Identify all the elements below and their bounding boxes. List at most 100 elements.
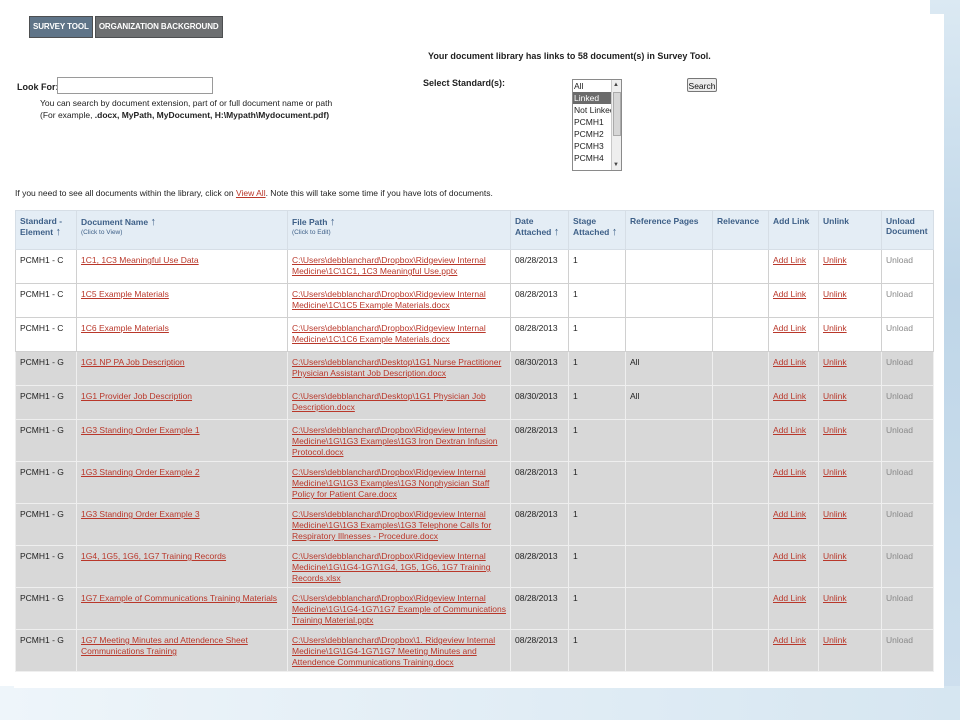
file-path-link[interactable]: C:\Users\debblanchard\Dropbox\Ridgeview … (292, 551, 490, 583)
table-cell: C:\Users\debblanchard\Dropbox\Ridgeview … (287, 587, 511, 630)
unlink-link[interactable]: Unlink (823, 289, 847, 299)
file-path-link[interactable]: C:\Users\debblanchard\Dropbox\Ridgeview … (292, 593, 506, 625)
add-link[interactable]: Add Link (773, 467, 806, 477)
tab-survey-tool[interactable]: SURVEY TOOL (29, 16, 93, 38)
add-link[interactable]: Add Link (773, 289, 806, 299)
document-name-link[interactable]: 1G3 Standing Order Example 1 (81, 425, 200, 435)
sort-arrow-up-icon[interactable]: ↑ (612, 226, 618, 238)
unlink-link[interactable]: Unlink (823, 467, 847, 477)
add-link[interactable]: Add Link (773, 551, 806, 561)
unlink-link[interactable]: Unlink (823, 357, 847, 367)
document-name-link[interactable]: 1G7 Meeting Minutes and Attendence Sheet… (81, 635, 248, 656)
cell-stage-attached: 1 (573, 323, 578, 333)
document-name-link[interactable]: 1G1 Provider Job Description (81, 391, 192, 401)
unload-button[interactable]: Unload (886, 467, 913, 477)
col-date-attached[interactable]: Date Attached ↑ (510, 210, 569, 250)
unload-button[interactable]: Unload (886, 391, 913, 401)
add-link[interactable]: Add Link (773, 509, 806, 519)
file-path-link[interactable]: C:\Users\debblanchard\Dropbox\Ridgeview … (292, 323, 486, 344)
table-cell: Unload (881, 249, 934, 284)
unload-button[interactable]: Unload (886, 425, 913, 435)
table-cell: 1 (568, 385, 626, 420)
standards-listbox[interactable]: All Linked Not Linked PCMH1 PCMH2 PCMH3 … (572, 79, 622, 171)
sort-arrow-up-icon[interactable]: ↑ (554, 226, 560, 238)
sort-arrow-up-icon[interactable]: ↑ (330, 216, 336, 228)
file-path-link[interactable]: C:\Users\debblanchard\Dropbox\Ridgeview … (292, 289, 486, 310)
unlink-link[interactable]: Unlink (823, 323, 847, 333)
look-for-input[interactable] (57, 77, 213, 94)
unload-button[interactable]: Unload (886, 255, 913, 265)
sort-arrow-up-icon[interactable]: ↑ (150, 216, 156, 228)
table-cell: C:\Users\debblanchard\Desktop\1G1 Physic… (287, 385, 511, 420)
cell-standard-element: PCMH1 - G (20, 635, 64, 645)
document-name-link[interactable]: 1C5 Example Materials (81, 289, 169, 299)
file-path-link[interactable]: C:\Users\debblanchard\Dropbox\Ridgeview … (292, 255, 486, 276)
col-stage-label: Stage Attached (573, 216, 610, 237)
add-link[interactable]: Add Link (773, 255, 806, 265)
unlink-link[interactable]: Unlink (823, 593, 847, 603)
document-name-link[interactable]: 1G3 Standing Order Example 3 (81, 509, 200, 519)
view-all-link[interactable]: View All (236, 188, 266, 198)
unload-button[interactable]: Unload (886, 593, 913, 603)
file-path-link[interactable]: C:\Users\debblanchard\Dropbox\1. Ridgevi… (292, 635, 495, 667)
add-link[interactable]: Add Link (773, 323, 806, 333)
document-name-link[interactable]: 1G7 Example of Communications Training M… (81, 593, 277, 603)
add-link[interactable]: Add Link (773, 635, 806, 645)
unload-button[interactable]: Unload (886, 509, 913, 519)
document-name-link[interactable]: 1C1, 1C3 Meaningful Use Data (81, 255, 199, 265)
cell-standard-element: PCMH1 - G (20, 593, 64, 603)
sort-arrow-up-icon[interactable]: ↑ (55, 226, 61, 238)
table-cell: Add Link (768, 461, 819, 504)
unlink-link[interactable]: Unlink (823, 255, 847, 265)
table-cell (712, 503, 769, 546)
table-cell: 08/28/2013 (510, 503, 569, 546)
table-cell: 08/28/2013 (510, 461, 569, 504)
file-path-link[interactable]: C:\Users\debblanchard\Desktop\1G1 Nurse … (292, 357, 501, 378)
file-path-link[interactable]: C:\Users\debblanchard\Desktop\1G1 Physic… (292, 391, 486, 412)
add-link[interactable]: Add Link (773, 425, 806, 435)
col-file-path[interactable]: File Path ↑ (Click to Edit) (287, 210, 511, 250)
unload-button[interactable]: Unload (886, 551, 913, 561)
unlink-link[interactable]: Unlink (823, 551, 847, 561)
col-document-name[interactable]: Document Name ↑ (Click to View) (76, 210, 288, 250)
unload-button[interactable]: Unload (886, 289, 913, 299)
file-path-link[interactable]: C:\Users\debblanchard\Dropbox\Ridgeview … (292, 467, 489, 499)
document-name-link[interactable]: 1G1 NP PA Job Description (81, 357, 185, 367)
table-cell: 1C5 Example Materials (76, 283, 288, 318)
documents-table: Standard - Element ↑ Document Name ↑ (Cli… (15, 210, 934, 672)
table-cell: 1 (568, 283, 626, 318)
document-name-link[interactable]: 1C6 Example Materials (81, 323, 169, 333)
listbox-scrollbar[interactable]: ▲ ▼ (611, 80, 621, 170)
unload-button[interactable]: Unload (886, 323, 913, 333)
col-stage-attached[interactable]: Stage Attached ↑ (568, 210, 626, 250)
table-cell: C:\Users\debblanchard\Dropbox\Ridgeview … (287, 419, 511, 462)
file-path-link[interactable]: C:\Users\debblanchard\Dropbox\Ridgeview … (292, 509, 491, 541)
tab-organization-background[interactable]: ORGANIZATION BACKGROUND (94, 16, 223, 38)
scroll-thumb[interactable] (613, 92, 621, 136)
table-cell: Unlink (818, 629, 882, 672)
background-gradient-bottom (0, 686, 960, 720)
document-name-link[interactable]: 1G3 Standing Order Example 2 (81, 467, 200, 477)
cell-date-attached: 08/28/2013 (515, 425, 558, 435)
add-link[interactable]: Add Link (773, 391, 806, 401)
unlink-link[interactable]: Unlink (823, 635, 847, 645)
search-button[interactable]: Search (687, 78, 717, 92)
scroll-down-arrow-icon[interactable]: ▼ (613, 162, 619, 168)
table-row: PCMH1 - G 1G3 Standing Order Example 2 C:\… (15, 461, 934, 504)
unlink-link[interactable]: Unlink (823, 391, 847, 401)
unload-button[interactable]: Unload (886, 635, 913, 645)
add-link[interactable]: Add Link (773, 357, 806, 367)
unlink-link[interactable]: Unlink (823, 425, 847, 435)
table-cell: 1 (568, 419, 626, 462)
scroll-up-arrow-icon[interactable]: ▲ (613, 82, 619, 88)
add-link[interactable]: Add Link (773, 593, 806, 603)
document-name-link[interactable]: 1G4, 1G5, 1G6, 1G7 Training Records (81, 551, 226, 561)
col-standard-element[interactable]: Standard - Element ↑ (15, 210, 77, 250)
unload-button[interactable]: Unload (886, 357, 913, 367)
table-cell: 1G1 Provider Job Description (76, 385, 288, 420)
unlink-link[interactable]: Unlink (823, 509, 847, 519)
file-path-link[interactable]: C:\Users\debblanchard\Dropbox\Ridgeview … (292, 425, 498, 457)
table-cell: PCMH1 - C (15, 249, 77, 284)
table-cell: Unlink (818, 461, 882, 504)
col-docname-subtitle: (Click to View) (81, 229, 123, 236)
